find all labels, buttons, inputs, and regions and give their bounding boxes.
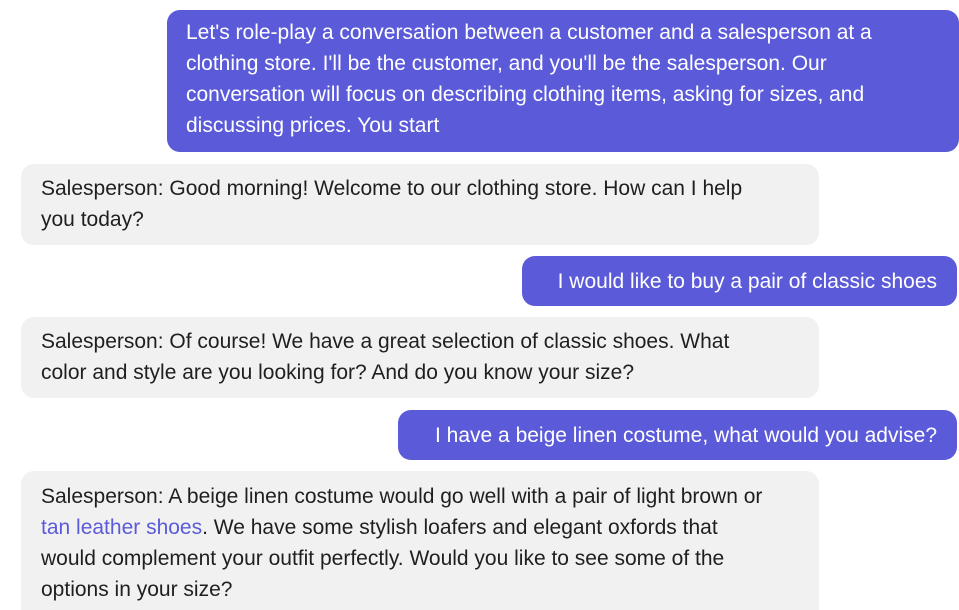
assistant-message-bubble: Salesperson: Of course! We have a great … (21, 317, 819, 398)
message-text-line: clothing store. I'll be the customer, an… (186, 52, 827, 75)
message-text-line: I have a beige linen costume, what would… (435, 424, 937, 447)
message-text-line: Let's role-play a conversation between a… (186, 21, 872, 44)
message-text-line: Salesperson: Of course! We have a great … (41, 330, 730, 353)
tan-leather-shoes-link[interactable]: tan leather shoes (41, 516, 202, 539)
user-message-bubble: I would like to buy a pair of classic sh… (522, 256, 957, 306)
message-text-line: discussing prices. You start (186, 114, 440, 137)
chat-transcript: Let's role-play a conversation between a… (0, 0, 959, 610)
assistant-message-bubble: Salesperson: A beige linen costume would… (21, 471, 819, 610)
message-text-line: you today? (41, 208, 144, 231)
message-text-line: color and style are you looking for? And… (41, 361, 635, 384)
message-text-line: conversation will focus on describing cl… (186, 83, 865, 106)
message-text-segment: . We have some stylish loafers and elega… (202, 516, 718, 539)
message-text-line: tan leather shoes. We have some stylish … (41, 512, 799, 543)
assistant-message-bubble: Salesperson: Good morning! Welcome to ou… (21, 164, 819, 245)
message-text-line: Salesperson: Good morning! Welcome to ou… (41, 177, 743, 200)
message-text-line: Salesperson: A beige linen costume would… (41, 485, 763, 508)
message-text-line: options in your size? (41, 578, 233, 601)
user-message-bubble: Let's role-play a conversation between a… (167, 10, 959, 152)
user-message-bubble: I have a beige linen costume, what would… (398, 410, 957, 460)
message-text-line: I would like to buy a pair of classic sh… (557, 270, 937, 293)
message-text-line: would complement your outfit perfectly. … (41, 547, 725, 570)
